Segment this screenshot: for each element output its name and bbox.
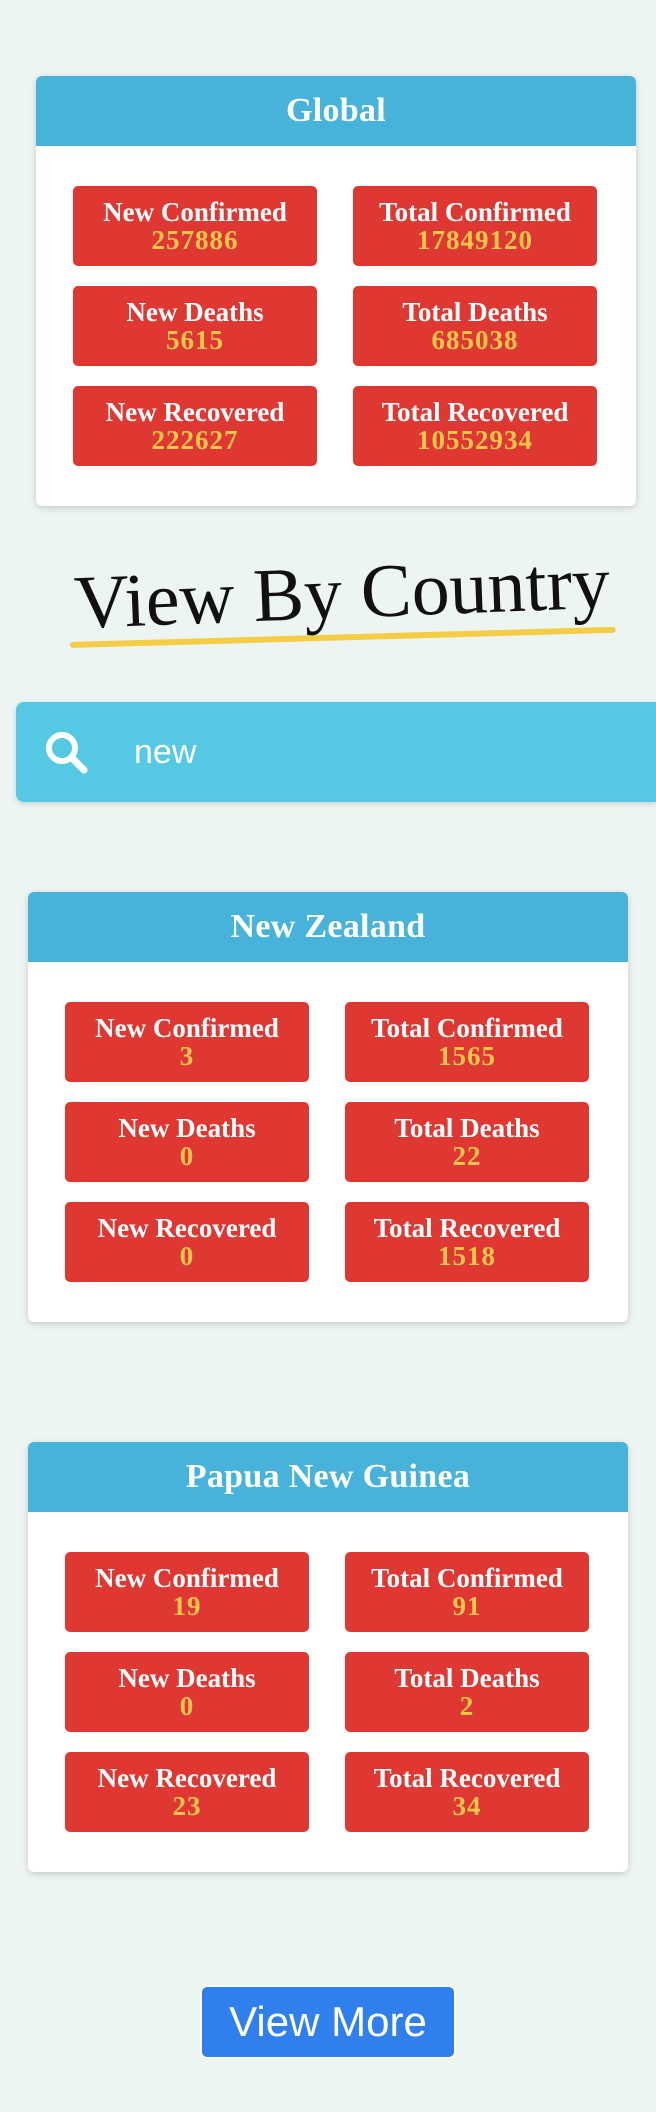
view-more-button[interactable]: View More [200, 1985, 456, 2059]
stat-label: New Confirmed [95, 1562, 279, 1593]
search-icon [46, 732, 88, 774]
country-total-recovered: Total Recovered 34 [345, 1752, 589, 1832]
stat-value: 23 [172, 1791, 202, 1821]
country-card-new-zealand: New Zealand New Confirmed 3 Total Confir… [28, 892, 628, 1322]
stat-value: 1518 [438, 1241, 496, 1271]
stat-value: 5615 [166, 325, 224, 355]
stat-value: 19 [172, 1591, 202, 1621]
stat-label: New Confirmed [103, 196, 287, 227]
stat-label: New Recovered [97, 1212, 277, 1243]
stat-value: 0 [179, 1141, 195, 1171]
stat-value: 10552934 [417, 425, 533, 455]
stat-label: New Recovered [97, 1762, 277, 1793]
country-total-recovered: Total Recovered 1518 [345, 1202, 589, 1282]
stat-label: Total Confirmed [371, 1012, 563, 1043]
country-new-recovered: New Recovered 23 [65, 1752, 309, 1832]
country-total-confirmed: Total Confirmed 1565 [345, 1002, 589, 1082]
country-new-confirmed: New Confirmed 3 [65, 1002, 309, 1082]
country-search-bar [16, 702, 656, 802]
country-card-title: New Zealand [28, 892, 628, 962]
stat-label: New Deaths [118, 1112, 256, 1143]
stat-value: 685038 [431, 325, 519, 355]
global-card-title: Global [36, 76, 636, 146]
global-total-recovered: Total Recovered 10552934 [353, 386, 597, 466]
country-card-title: Papua New Guinea [28, 1442, 628, 1512]
stat-label: Total Recovered [373, 1762, 561, 1793]
global-new-recovered: New Recovered 222627 [73, 386, 317, 466]
global-new-confirmed: New Confirmed 257886 [73, 186, 317, 266]
global-total-deaths: Total Deaths 685038 [353, 286, 597, 366]
stat-value: 222627 [151, 425, 239, 455]
stat-value: 17849120 [417, 225, 533, 255]
stat-label: Total Confirmed [379, 196, 571, 227]
stat-label: Total Deaths [394, 1112, 540, 1143]
stat-value: 22 [452, 1141, 482, 1171]
stat-label: New Deaths [126, 296, 264, 327]
country-total-deaths: Total Deaths 2 [345, 1652, 589, 1732]
stat-label: New Confirmed [95, 1012, 279, 1043]
country-search-input[interactable] [116, 722, 654, 782]
stat-label: Total Deaths [394, 1662, 540, 1693]
country-new-confirmed: New Confirmed 19 [65, 1552, 309, 1632]
stat-label: Total Recovered [373, 1212, 561, 1243]
country-new-recovered: New Recovered 0 [65, 1202, 309, 1282]
stat-label: New Deaths [118, 1662, 256, 1693]
stat-value: 1565 [438, 1041, 496, 1071]
stat-value: 0 [179, 1691, 195, 1721]
section-heading: View By Country [0, 540, 656, 670]
stat-label: Total Deaths [402, 296, 548, 327]
country-total-deaths: Total Deaths 22 [345, 1102, 589, 1182]
stat-label: Total Recovered [381, 396, 569, 427]
stat-value: 2 [459, 1691, 475, 1721]
global-stat-grid: New Confirmed 257886 Total Confirmed 178… [73, 186, 597, 466]
stat-value: 91 [452, 1591, 482, 1621]
stat-label: New Recovered [105, 396, 285, 427]
global-card: Global New Confirmed 257886 Total Confir… [36, 76, 636, 506]
global-total-confirmed: Total Confirmed 17849120 [353, 186, 597, 266]
stat-value: 257886 [151, 225, 239, 255]
stat-value: 0 [179, 1241, 195, 1271]
stat-label: Total Confirmed [371, 1562, 563, 1593]
stat-value: 34 [452, 1791, 482, 1821]
country-stat-grid: New Confirmed 19 Total Confirmed 91 New … [65, 1552, 589, 1832]
country-total-confirmed: Total Confirmed 91 [345, 1552, 589, 1632]
country-new-deaths: New Deaths 0 [65, 1102, 309, 1182]
country-card-papua-new-guinea: Papua New Guinea New Confirmed 19 Total … [28, 1442, 628, 1872]
stat-value: 3 [179, 1041, 195, 1071]
global-new-deaths: New Deaths 5615 [73, 286, 317, 366]
country-stat-grid: New Confirmed 3 Total Confirmed 1565 New… [65, 1002, 589, 1282]
country-new-deaths: New Deaths 0 [65, 1652, 309, 1732]
